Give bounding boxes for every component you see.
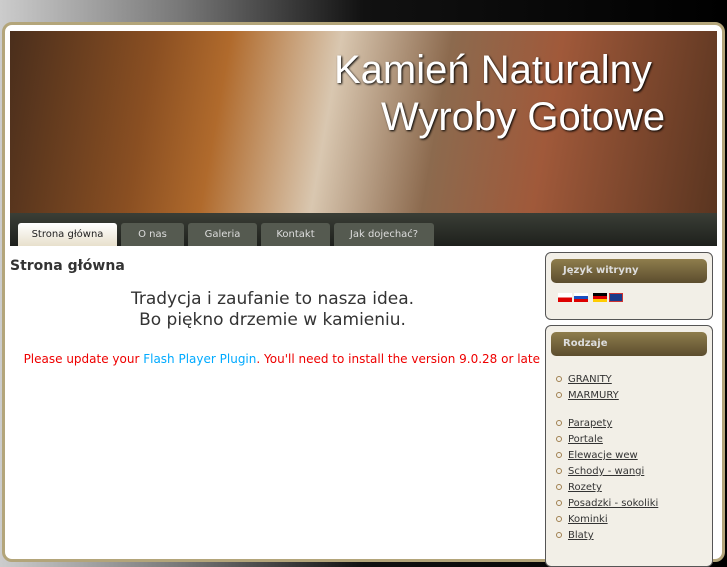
link-kominki[interactable]: Kominki	[568, 514, 608, 525]
language-box: Język witryny	[545, 252, 713, 320]
bullet-icon	[556, 436, 562, 442]
site-title-line2: Wyroby Gotowe	[381, 95, 666, 139]
link-schody[interactable]: Schody - wangi	[568, 466, 644, 477]
bullet-icon	[556, 420, 562, 426]
bullet-icon	[556, 484, 562, 490]
link-posadzki[interactable]: Posadzki - sokoliki	[568, 498, 658, 509]
link-granity[interactable]: GRANITY	[568, 374, 612, 385]
list-item: Posadzki - sokoliki	[556, 496, 712, 512]
types-title: Rodzaje	[551, 332, 707, 356]
bullet-icon	[556, 468, 562, 474]
list-item: Rozety	[556, 480, 712, 496]
link-rozety[interactable]: Rozety	[568, 482, 602, 493]
tab-gallery[interactable]: Galeria	[188, 223, 257, 246]
list-item: GRANITY	[556, 372, 712, 388]
link-marmury[interactable]: MARMURY	[568, 390, 619, 401]
flag-en-icon[interactable]	[609, 293, 623, 302]
link-portale[interactable]: Portale	[568, 434, 603, 445]
tab-about[interactable]: O nas	[121, 223, 184, 246]
flag-pl-icon[interactable]	[558, 293, 572, 302]
types-list-1: GRANITY MARMURY	[546, 362, 712, 404]
flash-notice: Please update your Flash Player Plugin. …	[10, 352, 540, 366]
list-item: Kominki	[556, 512, 712, 528]
list-item: Schody - wangi	[556, 464, 712, 480]
flag-ru-icon[interactable]	[574, 293, 588, 302]
bullet-icon	[556, 376, 562, 382]
flag-de-icon[interactable]	[593, 293, 607, 302]
language-title: Język witryny	[551, 259, 707, 283]
link-elewacje[interactable]: Elewacje wew	[568, 450, 638, 461]
link-parapety[interactable]: Parapety	[568, 418, 612, 429]
bullet-icon	[556, 532, 562, 538]
tagline-2: Bo piękno drzemie w kamieniu.	[139, 310, 406, 330]
tab-contact[interactable]: Kontakt	[261, 223, 330, 246]
tab-home[interactable]: Strona główna	[18, 223, 117, 246]
tagline-1: Tradycja i zaufanie to nasza idea.	[130, 289, 415, 309]
flash-text: Please update your	[23, 352, 144, 366]
list-item: Portale	[556, 432, 712, 448]
list-item: Elewacje wew	[556, 448, 712, 464]
link-blaty[interactable]: Blaty	[568, 530, 594, 541]
bullet-icon	[556, 516, 562, 522]
list-item: MARMURY	[556, 388, 712, 404]
list-item: Blaty	[556, 528, 712, 544]
bullet-icon	[556, 500, 562, 506]
main-nav: Strona główna O nas Galeria Kontakt Jak …	[10, 213, 717, 246]
page-title: Strona główna	[10, 258, 125, 274]
types-box: Rodzaje GRANITY MARMURY Parapety Portale…	[545, 325, 713, 567]
tab-directions[interactable]: Jak dojechać?	[334, 223, 434, 246]
site-title-line1: Kamień Naturalny	[334, 48, 652, 92]
flash-text-2: . You'll need to install the version 9.0…	[256, 352, 540, 366]
flash-plugin-link[interactable]: Flash Player Plugin	[143, 352, 256, 366]
bullet-icon	[556, 452, 562, 458]
types-list-2: Parapety Portale Elewacje wew Schody - w…	[546, 404, 712, 544]
list-item: Parapety	[556, 416, 712, 432]
bullet-icon	[556, 392, 562, 398]
